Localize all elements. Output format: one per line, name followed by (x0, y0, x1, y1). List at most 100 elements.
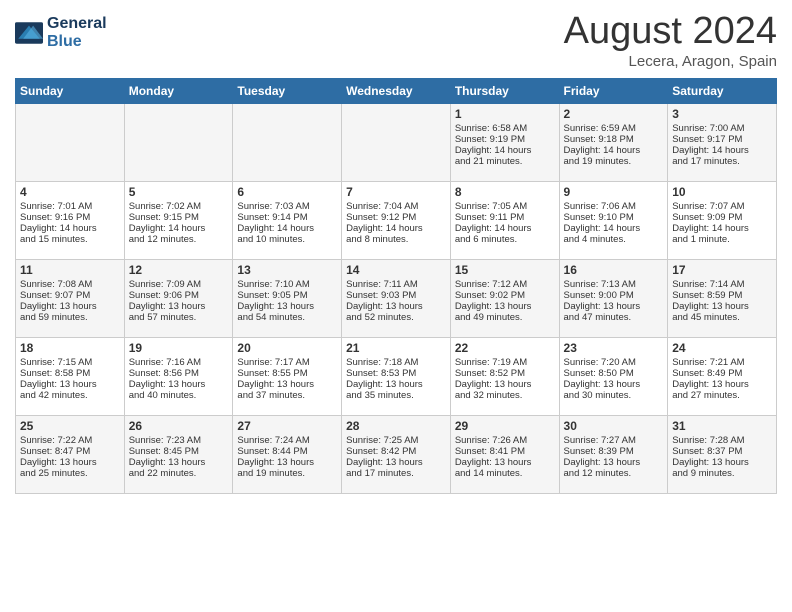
day-number: 2 (564, 107, 664, 121)
cell-content-line: Sunset: 9:19 PM (455, 134, 555, 145)
calendar-cell: 23Sunrise: 7:20 AMSunset: 8:50 PMDayligh… (559, 338, 668, 416)
cell-content-line: Sunset: 9:09 PM (672, 212, 772, 223)
day-number: 28 (346, 419, 446, 433)
day-number: 31 (672, 419, 772, 433)
day-number: 3 (672, 107, 772, 121)
cell-content-line: Sunset: 8:37 PM (672, 446, 772, 457)
cell-content-line: Sunset: 9:18 PM (564, 134, 664, 145)
day-number: 4 (20, 185, 120, 199)
cell-content-line: Daylight: 13 hours (455, 301, 555, 312)
cell-content-line: Sunset: 9:17 PM (672, 134, 772, 145)
header-cell-monday: Monday (124, 79, 233, 104)
calendar-cell: 13Sunrise: 7:10 AMSunset: 9:05 PMDayligh… (233, 260, 342, 338)
cell-content-line: Sunrise: 7:20 AM (564, 357, 664, 368)
cell-content-line: Sunrise: 7:01 AM (20, 201, 120, 212)
cell-content-line: Sunset: 9:02 PM (455, 290, 555, 301)
cell-content-line: Daylight: 13 hours (564, 379, 664, 390)
calendar-cell: 25Sunrise: 7:22 AMSunset: 8:47 PMDayligh… (16, 416, 125, 494)
cell-content-line: Sunrise: 7:25 AM (346, 435, 446, 446)
cell-content-line: Sunrise: 7:19 AM (455, 357, 555, 368)
cell-content-line: Sunrise: 7:28 AM (672, 435, 772, 446)
cell-content-line: Daylight: 14 hours (564, 145, 664, 156)
cell-content-line: Daylight: 13 hours (672, 301, 772, 312)
day-number: 26 (129, 419, 229, 433)
cell-content-line: Daylight: 13 hours (237, 301, 337, 312)
cell-content-line: Sunrise: 7:09 AM (129, 279, 229, 290)
title-area: August 2024 Lecera, Aragon, Spain (564, 10, 777, 70)
day-number: 27 (237, 419, 337, 433)
cell-content-line: Sunset: 9:11 PM (455, 212, 555, 223)
cell-content-line: Sunrise: 7:24 AM (237, 435, 337, 446)
cell-content-line: Sunset: 8:42 PM (346, 446, 446, 457)
calendar-cell: 3Sunrise: 7:00 AMSunset: 9:17 PMDaylight… (668, 104, 777, 182)
cell-content-line: Daylight: 13 hours (672, 379, 772, 390)
calendar-cell: 11Sunrise: 7:08 AMSunset: 9:07 PMDayligh… (16, 260, 125, 338)
calendar-cell: 9Sunrise: 7:06 AMSunset: 9:10 PMDaylight… (559, 182, 668, 260)
header-cell-friday: Friday (559, 79, 668, 104)
cell-content-line: and 1 minute. (672, 234, 772, 245)
cell-content-line: Sunset: 9:12 PM (346, 212, 446, 223)
day-number: 14 (346, 263, 446, 277)
cell-content-line: Sunrise: 7:26 AM (455, 435, 555, 446)
week-row-1: 1Sunrise: 6:58 AMSunset: 9:19 PMDaylight… (16, 104, 777, 182)
cell-content-line: Sunset: 9:00 PM (564, 290, 664, 301)
cell-content-line: Sunset: 8:39 PM (564, 446, 664, 457)
cell-content-line: Sunset: 9:07 PM (20, 290, 120, 301)
week-row-2: 4Sunrise: 7:01 AMSunset: 9:16 PMDaylight… (16, 182, 777, 260)
header-cell-tuesday: Tuesday (233, 79, 342, 104)
cell-content-line: Sunset: 8:50 PM (564, 368, 664, 379)
cell-content-line: Sunset: 9:06 PM (129, 290, 229, 301)
cell-content-line: Sunrise: 7:02 AM (129, 201, 229, 212)
calendar-cell (233, 104, 342, 182)
day-number: 10 (672, 185, 772, 199)
logo: General Blue (15, 15, 107, 50)
cell-content-line: Sunset: 9:03 PM (346, 290, 446, 301)
header: General Blue August 2024 Lecera, Aragon,… (15, 10, 777, 70)
cell-content-line: Sunrise: 6:59 AM (564, 123, 664, 134)
calendar-cell: 20Sunrise: 7:17 AMSunset: 8:55 PMDayligh… (233, 338, 342, 416)
calendar-cell: 6Sunrise: 7:03 AMSunset: 9:14 PMDaylight… (233, 182, 342, 260)
cell-content-line: and 30 minutes. (564, 390, 664, 401)
page: General Blue August 2024 Lecera, Aragon,… (0, 0, 792, 504)
cell-content-line: Sunrise: 7:16 AM (129, 357, 229, 368)
cell-content-line: Daylight: 13 hours (564, 457, 664, 468)
cell-content-line: Daylight: 13 hours (237, 379, 337, 390)
calendar-cell: 30Sunrise: 7:27 AMSunset: 8:39 PMDayligh… (559, 416, 668, 494)
cell-content-line: Sunset: 8:45 PM (129, 446, 229, 457)
day-number: 29 (455, 419, 555, 433)
header-row: SundayMondayTuesdayWednesdayThursdayFrid… (16, 79, 777, 104)
cell-content-line: Daylight: 13 hours (129, 301, 229, 312)
cell-content-line: and 21 minutes. (455, 156, 555, 167)
cell-content-line: and 10 minutes. (237, 234, 337, 245)
day-number: 20 (237, 341, 337, 355)
cell-content-line: Sunrise: 7:10 AM (237, 279, 337, 290)
calendar-cell: 29Sunrise: 7:26 AMSunset: 8:41 PMDayligh… (450, 416, 559, 494)
header-cell-wednesday: Wednesday (342, 79, 451, 104)
cell-content-line: and 25 minutes. (20, 468, 120, 479)
cell-content-line: and 57 minutes. (129, 312, 229, 323)
cell-content-line: Daylight: 14 hours (455, 145, 555, 156)
header-cell-sunday: Sunday (16, 79, 125, 104)
calendar-cell: 27Sunrise: 7:24 AMSunset: 8:44 PMDayligh… (233, 416, 342, 494)
day-number: 22 (455, 341, 555, 355)
day-number: 13 (237, 263, 337, 277)
cell-content-line: and 17 minutes. (346, 468, 446, 479)
cell-content-line: Daylight: 13 hours (564, 301, 664, 312)
calendar-cell: 19Sunrise: 7:16 AMSunset: 8:56 PMDayligh… (124, 338, 233, 416)
cell-content-line: Sunrise: 7:17 AM (237, 357, 337, 368)
cell-content-line: Daylight: 13 hours (129, 457, 229, 468)
cell-content-line: and 17 minutes. (672, 156, 772, 167)
week-row-3: 11Sunrise: 7:08 AMSunset: 9:07 PMDayligh… (16, 260, 777, 338)
cell-content-line: and 12 minutes. (564, 468, 664, 479)
cell-content-line: Sunrise: 7:27 AM (564, 435, 664, 446)
cell-content-line: Daylight: 13 hours (20, 457, 120, 468)
cell-content-line: Daylight: 14 hours (237, 223, 337, 234)
cell-content-line: Sunset: 9:15 PM (129, 212, 229, 223)
cell-content-line: Sunrise: 6:58 AM (455, 123, 555, 134)
cell-content-line: and 15 minutes. (20, 234, 120, 245)
day-number: 21 (346, 341, 446, 355)
day-number: 7 (346, 185, 446, 199)
cell-content-line: Sunset: 8:53 PM (346, 368, 446, 379)
cell-content-line: Daylight: 13 hours (455, 457, 555, 468)
cell-content-line: Sunrise: 7:03 AM (237, 201, 337, 212)
